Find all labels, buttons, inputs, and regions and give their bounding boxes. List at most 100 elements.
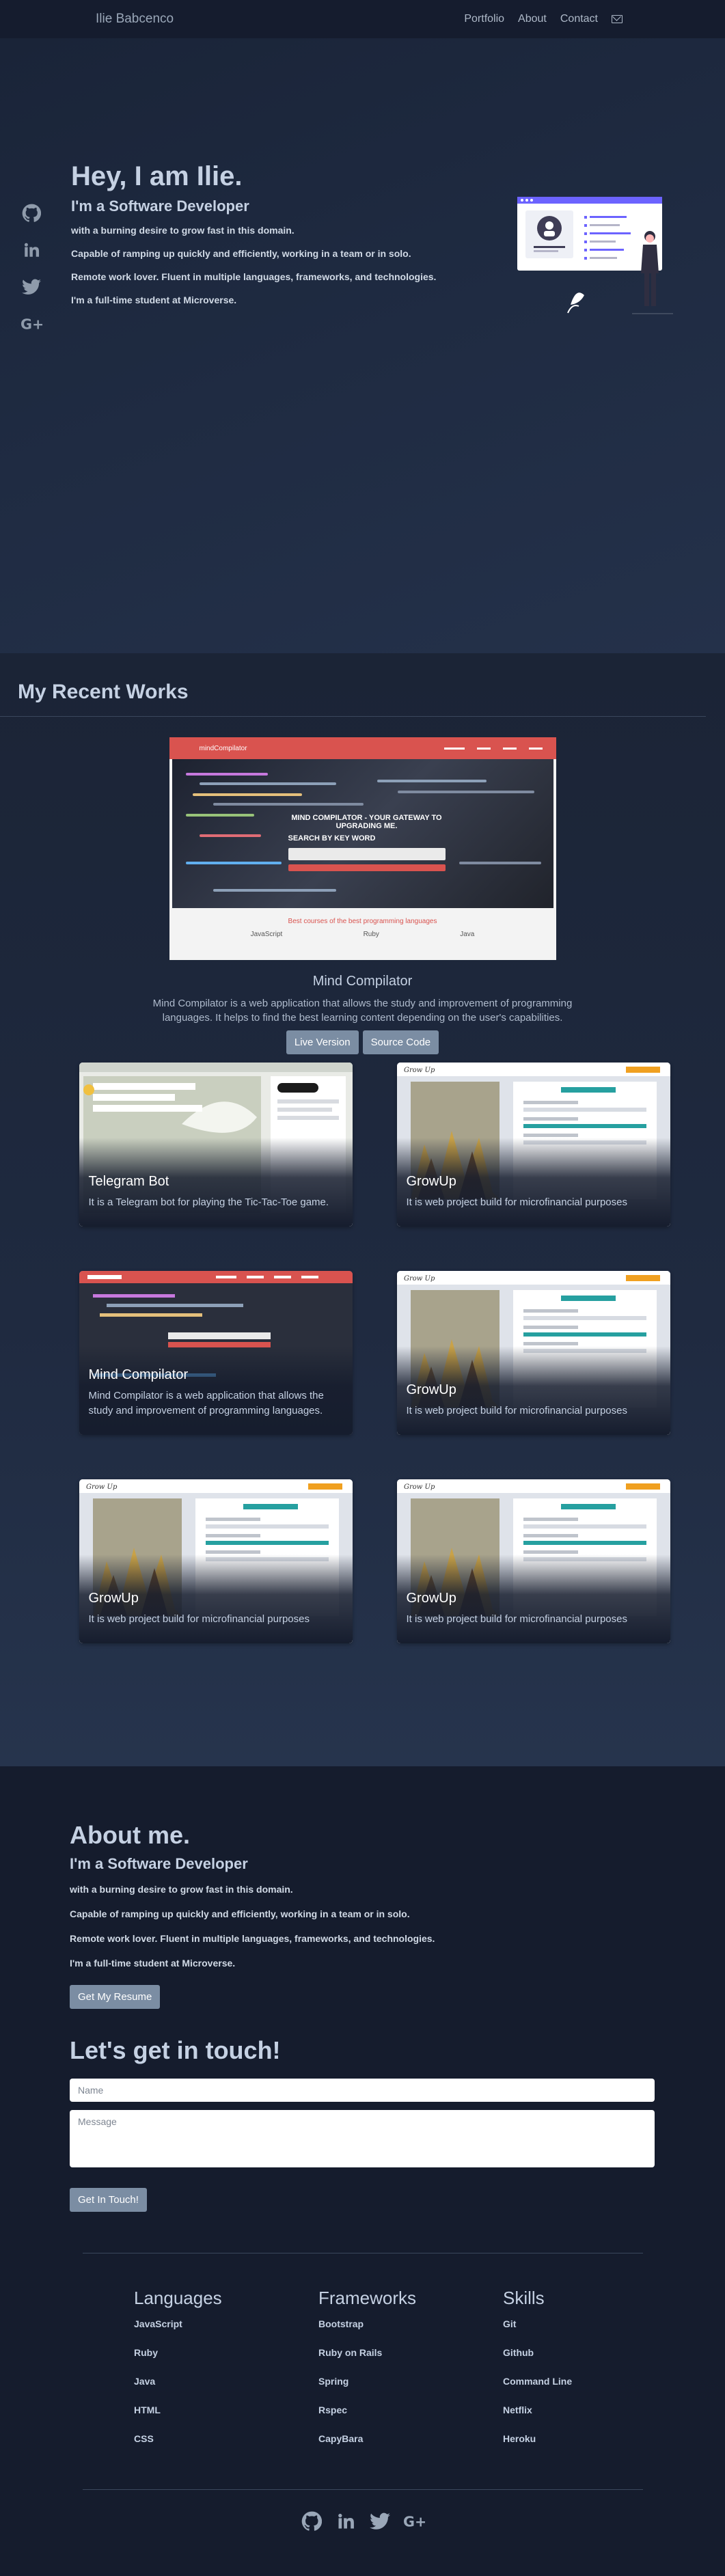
footer-item: Git (503, 2318, 517, 2329)
name-field[interactable]: Name (70, 2079, 655, 2102)
mail-icon[interactable] (612, 15, 623, 23)
screenshot-heading: MIND COMPILATOR - YOUR GATEWAY TO UPGRAD… (291, 814, 442, 830)
footer: Languages JavaScript Ruby Java HTML CSS … (0, 2212, 725, 2573)
footer-item: Rspec (318, 2404, 348, 2415)
get-resume-button[interactable]: Get My Resume (70, 1985, 161, 2009)
message-field[interactable]: Message (70, 2110, 655, 2167)
nav-links: Portfolio About Contact (464, 13, 623, 25)
footer-item: JavaScript (134, 2318, 182, 2329)
footer-item: Ruby on Rails (318, 2347, 383, 2358)
svg-text:G+: G+ (20, 316, 42, 332)
card-title: Telegram Bot (88, 1174, 169, 1189)
screenshot-search-label: SEARCH BY KEY WORD (288, 834, 376, 842)
hero-line: Capable of ramping up quickly and effici… (71, 248, 411, 259)
about-line: with a burning desire to grow fast in th… (70, 1884, 293, 1895)
card-text: It is web project build for microfinanci… (406, 1405, 627, 1416)
project-card[interactable]: Grow Up GrowUp It is web project build f… (396, 1271, 670, 1435)
developer-illustration (517, 197, 673, 314)
footer-column-title: Languages (134, 2288, 222, 2308)
card-text: It is a Telegram bot for playing the Tic… (88, 1196, 329, 1208)
project-card[interactable]: Grow Up GrowUp It is web project build f… (396, 1063, 670, 1227)
twitter-icon[interactable] (369, 2510, 391, 2532)
project-grid: Telegram Bot It is a Telegram bot for pl… (55, 1063, 670, 1643)
about-line: Capable of ramping up quickly and effici… (70, 1908, 410, 1919)
feature-screenshot: mindCompilator MIND COMPILATOR - YOUR GA… (169, 737, 556, 960)
project-card[interactable]: Mind Compilator Mind Compilator is a web… (79, 1271, 353, 1435)
nav-portfolio-link[interactable]: Portfolio (464, 13, 504, 25)
hero-subtitle: I'm a Software Developer (71, 197, 249, 215)
project-card[interactable]: Telegram Bot It is a Telegram bot for pl… (79, 1063, 353, 1227)
card-text: It is web project build for microfinanci… (406, 1613, 627, 1625)
live-version-button[interactable]: Live Version (286, 1030, 359, 1054)
screenshot-caption: Best courses of the best programming lan… (288, 918, 437, 925)
works-title: My Recent Works (0, 681, 706, 717)
svg-text:Grow Up: Grow Up (404, 1275, 435, 1283)
footer-column-title: Skills (503, 2288, 545, 2308)
about-section: About me. I'm a Software Developer with … (0, 1766, 725, 2036)
footer-item: CSS (134, 2433, 154, 2444)
screenshot-languages: JavaScript Ruby Java (169, 925, 556, 938)
project-card[interactable]: Grow Up GrowUp It is web project build f… (79, 1479, 353, 1643)
footer-item: CapyBara (318, 2433, 364, 2444)
works-section: My Recent Works mindCompilator MIND COMP… (0, 653, 725, 1766)
linkedin-icon[interactable] (20, 239, 42, 261)
project-card[interactable]: Grow Up GrowUp It is web project build f… (396, 1479, 670, 1643)
footer-column-skills: Skills Git Github Command Line Netflix H… (503, 2288, 687, 2462)
hero-line: Remote work lover. Fluent in multiple la… (71, 271, 437, 282)
svg-text:G+: G+ (403, 2514, 425, 2530)
footer-item: Heroku (503, 2433, 536, 2444)
footer-item: Bootstrap (318, 2318, 364, 2329)
feature-buttons: Live Version Source Code (0, 1030, 725, 1054)
linkedin-icon[interactable] (335, 2510, 357, 2532)
contact-section: Let's get in touch! Name Message Get In … (0, 2036, 725, 2212)
twitter-icon[interactable] (20, 276, 42, 298)
footer-column-title: Frameworks (318, 2288, 417, 2308)
card-title: GrowUp (406, 1591, 456, 1606)
screenshot-lang: Ruby (363, 931, 379, 938)
google-plus-icon[interactable]: G+ (403, 2510, 425, 2532)
card-title: GrowUp (88, 1591, 139, 1606)
footer-columns: Languages JavaScript Ruby Java HTML CSS … (0, 2253, 725, 2489)
card-text: Mind Compilator is a web application tha… (88, 1390, 324, 1416)
screenshot-header: mindCompilator (169, 737, 556, 759)
social-links-footer: G+ (0, 2510, 725, 2532)
screenshot-search-panel: MIND COMPILATOR - YOUR GATEWAY TO UPGRAD… (288, 814, 446, 871)
footer-column-languages: Languages JavaScript Ruby Java HTML CSS (134, 2288, 318, 2462)
hero-text: Hey, I am Ilie. I'm a Software Developer… (71, 161, 515, 318)
card-text: It is web project build for microfinanci… (406, 1196, 627, 1208)
about-line: I'm a full-time student at Microverse. (70, 1958, 236, 1969)
hero-line: with a burning desire to grow fast in th… (71, 225, 295, 236)
feature-project: mindCompilator MIND COMPILATOR - YOUR GA… (0, 737, 725, 1054)
hero-line: I'm a full-time student at Microverse. (71, 294, 237, 305)
screenshot-brand: mindCompilator (199, 744, 247, 752)
card-title: GrowUp (406, 1382, 456, 1397)
svg-text:Grow Up: Grow Up (404, 1483, 435, 1491)
nav-contact-link[interactable]: Contact (560, 13, 598, 25)
footer-item: Command Line (503, 2376, 573, 2387)
about-line: Remote work lover. Fluent in multiple la… (70, 1933, 435, 1944)
card-title: GrowUp (406, 1174, 456, 1189)
about-title: About me. (70, 1821, 190, 1849)
footer-column-frameworks: Frameworks Bootstrap Ruby on Rails Sprin… (318, 2288, 503, 2462)
card-text: It is web project build for microfinanci… (88, 1613, 310, 1625)
github-icon[interactable] (20, 202, 42, 224)
brand-link[interactable]: Ilie Babcenco (96, 12, 174, 27)
hero-section: G+ Hey, I am Ilie. I'm a Software Develo… (0, 38, 725, 653)
feature-description: Mind Compilator is a web application tha… (152, 998, 573, 1024)
divider (82, 2489, 643, 2490)
nav-about-link[interactable]: About (518, 13, 547, 25)
footer-item: Spring (318, 2376, 349, 2387)
svg-text:Grow Up: Grow Up (404, 1067, 435, 1074)
social-links-side: G+ (20, 202, 42, 335)
github-icon[interactable] (301, 2510, 323, 2532)
source-code-button[interactable]: Source Code (362, 1030, 439, 1054)
card-title: Mind Compilator (88, 1367, 189, 1382)
screenshot-lang: JavaScript (250, 931, 283, 938)
navbar: Ilie Babcenco Portfolio About Contact (0, 0, 725, 38)
about-subtitle: I'm a Software Developer (70, 1855, 248, 1872)
footer-item: Ruby (134, 2347, 158, 2358)
google-plus-icon[interactable]: G+ (20, 313, 42, 335)
get-in-touch-button[interactable]: Get In Touch! (70, 2188, 147, 2212)
screenshot-code-bg: MIND COMPILATOR - YOUR GATEWAY TO UPGRAD… (172, 759, 553, 908)
hero-title: Hey, I am Ilie. (71, 161, 243, 191)
